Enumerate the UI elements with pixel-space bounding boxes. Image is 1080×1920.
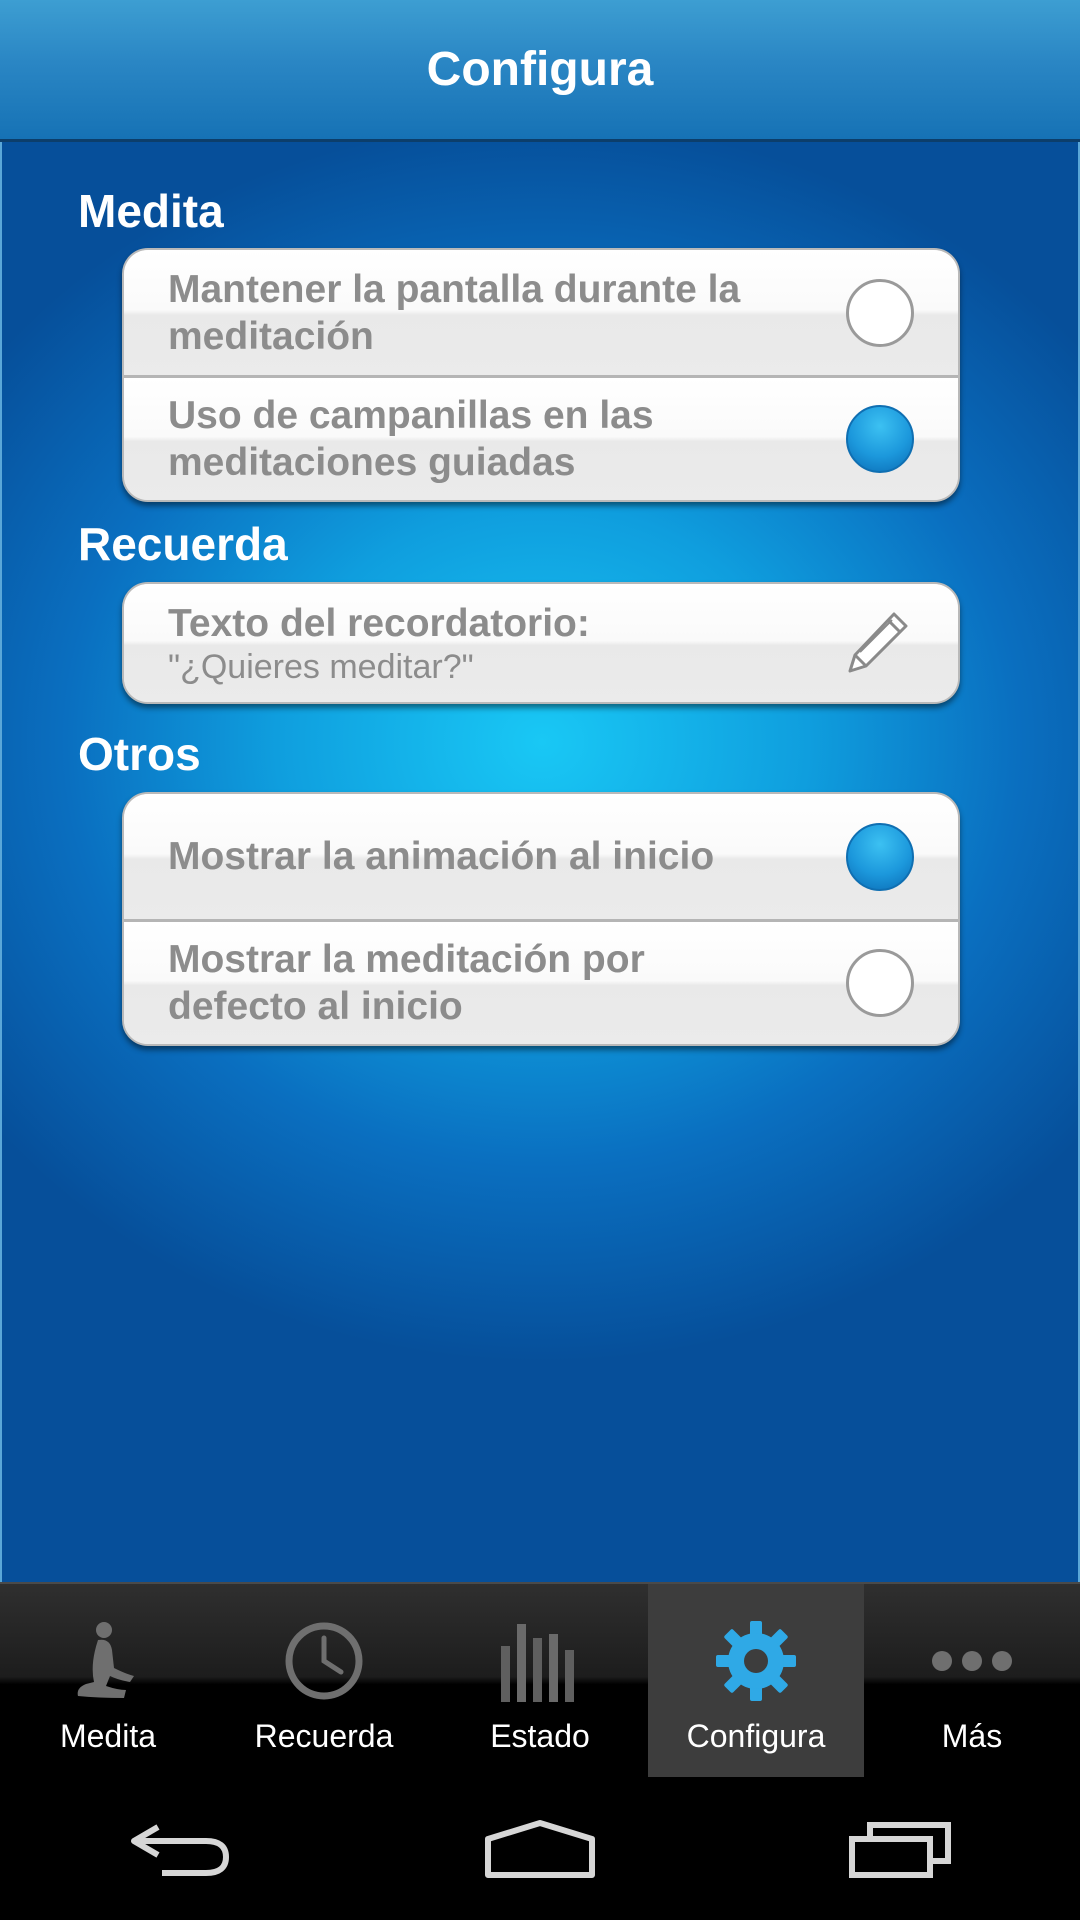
tab-label: Configura (686, 1718, 826, 1754)
setting-label: Mostrar la meditación por defecto al ini… (168, 938, 645, 1028)
reminder-value: "¿Quieres meditar?" (168, 647, 474, 686)
clock-icon (279, 1616, 369, 1706)
tab-label: Medita (59, 1718, 157, 1754)
setting-bells-guided[interactable]: Uso de campanillas en las meditaciones g… (124, 375, 958, 500)
tab-mas[interactable]: Más (864, 1584, 1080, 1777)
setting-label: Uso de campanillas en las meditaciones g… (168, 394, 654, 484)
android-nav-bar (0, 1777, 1080, 1920)
more-dots-icon (927, 1616, 1017, 1706)
section-title-recuerda: Recuerda (78, 518, 288, 570)
bottom-tab-bar: Medita Recuerda Estado Configura Más (0, 1582, 1080, 1777)
tab-estado[interactable]: Estado (432, 1584, 648, 1777)
tab-label: Estado (490, 1718, 590, 1754)
settings-content: Medita Mantener la pantalla durante la m… (0, 142, 1080, 1582)
setting-label: Mantener la pantalla durante la meditaci… (168, 267, 741, 358)
tab-configura[interactable]: Configura (648, 1584, 864, 1777)
tab-recuerda[interactable]: Recuerda (216, 1584, 432, 1777)
section-title-medita: Medita (78, 185, 224, 237)
toggle-radio-off[interactable] (846, 949, 914, 1017)
toggle-radio-off[interactable] (846, 278, 914, 347)
setting-label: Mostrar la animación al inicio (168, 835, 715, 878)
recent-apps-icon[interactable] (840, 1809, 960, 1889)
setting-keep-screen-on[interactable]: Mantener la pantalla durante la meditaci… (124, 250, 958, 375)
setting-default-meditation[interactable]: Mostrar la meditación por defecto al ini… (124, 919, 958, 1044)
toggle-radio-on[interactable] (846, 405, 914, 473)
app-header: Configura (0, 0, 1080, 142)
settings-card-otros: Mostrar la animación al inicio Mostrar l… (122, 792, 960, 1046)
reminder-label: Texto del recordatorio: (168, 601, 590, 645)
toggle-radio-on[interactable] (846, 822, 914, 891)
tab-label: Más (941, 1718, 1003, 1754)
page-title: Configura (426, 43, 654, 96)
bar-chart-icon (495, 1616, 585, 1706)
home-icon[interactable] (480, 1809, 600, 1889)
setting-reminder-text[interactable]: Texto del recordatorio: "¿Quieres medita… (124, 584, 958, 702)
back-icon[interactable] (120, 1809, 240, 1889)
setting-label: Texto del recordatorio: "¿Quieres medita… (168, 600, 768, 687)
settings-card-medita: Mantener la pantalla durante la meditaci… (122, 248, 960, 502)
tab-label: Recuerda (254, 1718, 394, 1754)
gear-icon (711, 1616, 801, 1706)
settings-card-recuerda: Texto del recordatorio: "¿Quieres medita… (122, 582, 960, 704)
meditation-figure-icon (63, 1616, 153, 1706)
tab-medita[interactable]: Medita (0, 1584, 216, 1777)
pencil-icon[interactable] (842, 608, 912, 678)
setting-show-animation[interactable]: Mostrar la animación al inicio (124, 794, 958, 919)
section-title-otros: Otros (78, 728, 201, 780)
